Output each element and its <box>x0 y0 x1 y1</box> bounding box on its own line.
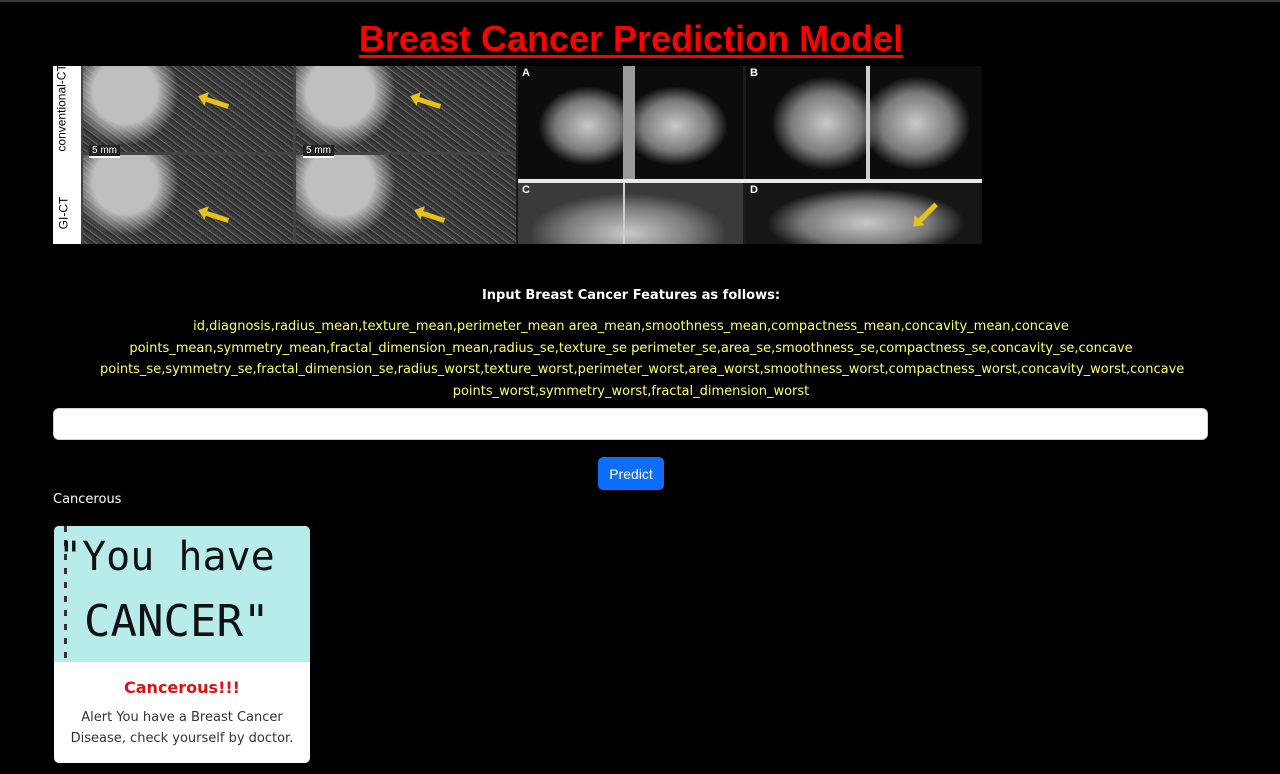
panel-label: B <box>750 67 758 79</box>
ct-axis-bottom-label: GI-CT <box>56 196 71 230</box>
features-input[interactable] <box>53 408 1208 440</box>
mri-panel-c: C <box>518 183 743 244</box>
result-card-title: Cancerous!!! <box>124 678 240 697</box>
scale-label: 5 mm <box>303 145 334 158</box>
ct-cell <box>83 66 293 152</box>
mri-panel-a: A <box>518 66 743 179</box>
card-image-line2: CANCER" <box>84 596 270 647</box>
result-card: "You have CANCER" Cancerous!!! Alert You… <box>54 526 310 763</box>
mri-panel-b: B <box>746 66 982 179</box>
result-card-image: "You have CANCER" <box>54 526 310 662</box>
prediction-result-text: Cancerous <box>53 492 122 507</box>
ct-axis-labels: conventional-CT e GI-CT <box>53 66 81 244</box>
page-title: Breast Cancer Prediction Model <box>358 18 904 59</box>
ct-cell <box>296 155 516 244</box>
ct-cell <box>296 66 516 152</box>
panel-label: C <box>522 184 530 196</box>
card-image-line1: "You have <box>58 534 275 580</box>
panel-label: A <box>522 67 530 79</box>
top-border <box>0 0 1280 2</box>
scale-label: 5 mm <box>89 145 120 158</box>
mri-panel-d: D <box>746 183 982 244</box>
ct-scan-panel: conventional-CT e GI-CT 5 mm 5 mm <box>53 66 516 244</box>
predict-button[interactable]: Predict <box>598 457 664 490</box>
panel-label: D <box>750 184 758 196</box>
input-instructions-heading: Input Breast Cancer Features as follows: <box>481 288 781 303</box>
medical-scans-image: conventional-CT e GI-CT 5 mm 5 mm A B C … <box>53 66 982 244</box>
ct-axis-top-label: conventional-CT e <box>54 66 69 152</box>
result-card-body: Alert You have a Breast Cancer Disease, … <box>70 710 294 746</box>
ct-cell <box>83 155 293 244</box>
feature-list-text: id,diagnosis,radius_mean,texture_mean,pe… <box>100 319 1185 399</box>
